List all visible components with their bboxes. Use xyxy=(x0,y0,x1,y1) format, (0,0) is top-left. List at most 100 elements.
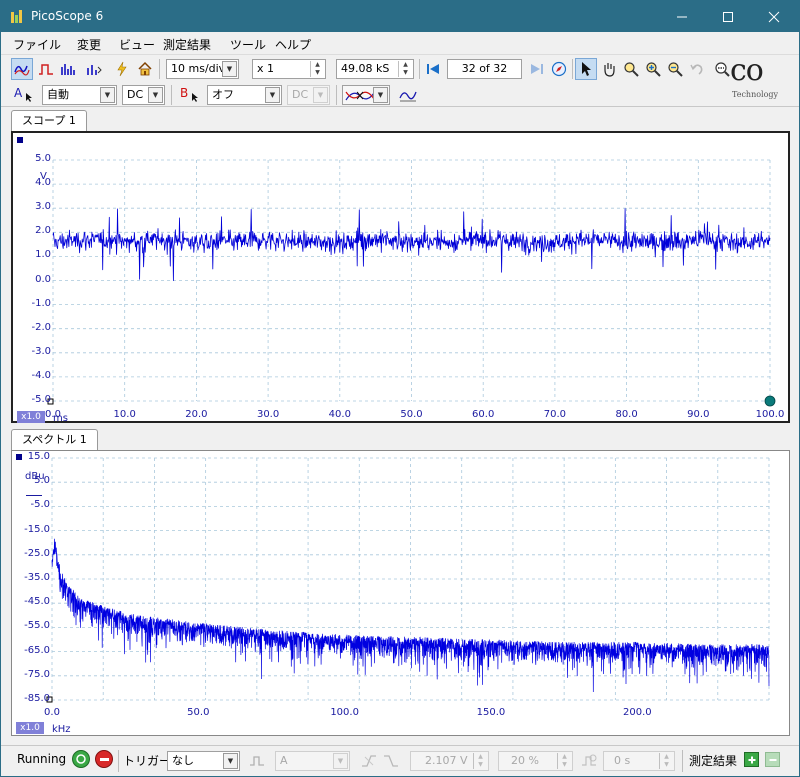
x-tick-label: 30.0 xyxy=(256,409,280,420)
channel-b-range-value: オフ xyxy=(212,88,234,101)
pre-trigger-field[interactable]: 20 % ▲ ▼ xyxy=(498,751,573,771)
y-tick-label: -5.0 xyxy=(31,394,51,405)
add-measurement-button[interactable] xyxy=(744,752,759,767)
spectrum-gridlines xyxy=(51,457,770,701)
buffer-position-field[interactable]: 32 of 32 xyxy=(447,59,522,79)
scope-x-unit: ms xyxy=(53,413,68,424)
post-trigger-button[interactable] xyxy=(578,750,600,772)
remove-measurement-button[interactable] xyxy=(765,752,780,767)
spectrum-plot-frame: 15.0 5.0 -5.0 -15.0 -25.0 -35.0 -45.0 -55.0 -65.… xyxy=(11,450,790,736)
minimize-button[interactable] xyxy=(659,1,705,32)
channel-options-icon xyxy=(87,65,102,75)
chevron-down-icon: ▼ xyxy=(222,61,237,77)
main-toolbar: 10 ms/div ▼ x 1 ▲ ▼ 49.08 kS ▲ ▼ 32 of 32 xyxy=(1,55,799,83)
channel-b-coupling-select[interactable]: DC ▼ xyxy=(287,85,330,105)
zoom-area-button[interactable] xyxy=(620,58,642,80)
stop-button[interactable] xyxy=(95,750,113,768)
rising-edge-button[interactable] xyxy=(358,750,380,772)
buffer-back-button[interactable] xyxy=(422,58,444,80)
y-tick-label: 0.0 xyxy=(35,273,51,285)
window-title: PicoScope 6 xyxy=(31,9,104,23)
trigger-delay-field[interactable]: 0 s ▲ ▼ xyxy=(603,751,675,771)
trigger-marker-icon[interactable] xyxy=(764,395,776,407)
y-tick-label: -25.0 xyxy=(24,547,50,559)
scope-mode-button[interactable] xyxy=(11,58,33,80)
x-tick-label: 40.0 xyxy=(328,409,351,420)
maximize-icon xyxy=(723,11,733,22)
scope-plot[interactable] xyxy=(13,133,788,421)
channel-b-options-icon[interactable] xyxy=(190,92,200,102)
x-tick-label: 60.0 xyxy=(472,409,495,420)
logo-text: co xyxy=(730,53,764,88)
channel-b-range-select[interactable]: オフ ▼ xyxy=(207,85,282,105)
y-tick-label: -1.0 xyxy=(31,297,51,309)
trigger-mode-value: なし xyxy=(172,754,194,767)
channel-a-range-select[interactable]: 自動 ▼ xyxy=(42,85,117,105)
buffer-forward-button[interactable] xyxy=(526,58,548,80)
pan-tool-button[interactable] xyxy=(598,58,620,80)
scope-plot-frame: 5.0 4.0 3.0 2.0 1.0 0.0 -1.0 -2.0 -3.0 -4.0 -5.0 0… xyxy=(11,131,790,424)
zoom-in-button[interactable] xyxy=(642,58,664,80)
falling-edge-button[interactable] xyxy=(380,750,402,772)
scope-axis-scale-badge[interactable]: x1.0 xyxy=(17,411,45,423)
menu-tools[interactable]: ツール xyxy=(230,36,266,53)
y-tick-label: 2.0 xyxy=(35,225,51,237)
channel-b-label: B xyxy=(180,86,189,100)
persistence-mode-icon xyxy=(39,64,53,75)
trigger-source-select[interactable]: A ▼ xyxy=(275,751,350,771)
spectrum-unit-divider xyxy=(26,495,42,496)
reference-waveforms-button[interactable] xyxy=(397,84,419,106)
menu-view[interactable]: ビュー xyxy=(119,36,155,53)
app-icon xyxy=(11,10,22,23)
rising-edge-icon xyxy=(362,755,376,767)
trigger-threshold-field[interactable]: 2.107 V ▲ ▼ xyxy=(410,751,489,771)
advanced-trigger-button[interactable] xyxy=(246,750,268,772)
falling-edge-icon xyxy=(384,755,398,767)
channel-a-options-icon[interactable] xyxy=(24,92,34,102)
menu-edit[interactable]: 変更 xyxy=(77,36,101,53)
x-tick-label: 70.0 xyxy=(543,409,567,420)
spinner-icon: ▲ ▼ xyxy=(473,753,487,769)
trigger-source-value: A xyxy=(280,754,288,767)
tab-spectrum[interactable]: スペクトル 1 xyxy=(11,429,98,451)
timebase-select[interactable]: 10 ms/div ▼ xyxy=(166,59,239,79)
channel-a-range-value: 自動 xyxy=(47,88,69,101)
samples-field[interactable]: 49.08 kS ▲ ▼ xyxy=(336,59,414,79)
hand-icon xyxy=(604,63,615,77)
zoom-out-button[interactable] xyxy=(664,58,686,80)
trigger-mode-select[interactable]: なし ▼ xyxy=(167,751,240,771)
x-tick-label: 50.0 xyxy=(187,707,210,718)
compass-icon xyxy=(551,61,567,77)
x-tick-label: 150.0 xyxy=(476,707,506,718)
zoom-field[interactable]: x 1 ▲ ▼ xyxy=(252,59,326,79)
y-tick-label: -45.0 xyxy=(24,596,50,608)
math-channels-button[interactable]: ▼ xyxy=(342,85,390,105)
menu-help[interactable]: ヘルプ xyxy=(275,36,311,53)
home-button[interactable] xyxy=(134,58,156,80)
undo-icon xyxy=(690,64,703,75)
x-tick-label: 20.0 xyxy=(185,409,208,420)
channel-a-marker-icon xyxy=(17,137,23,143)
y-tick-label: -65.0 xyxy=(24,644,50,656)
tab-scope[interactable]: スコープ 1 xyxy=(11,110,87,132)
chevron-down-icon: ▼ xyxy=(100,87,115,103)
start-button[interactable] xyxy=(72,750,90,768)
channel-a-coupling-select[interactable]: DC ▼ xyxy=(122,85,165,105)
menu-file[interactable]: ファイル xyxy=(13,36,61,53)
x-tick-label: 100.0 xyxy=(330,707,359,718)
x-tick-label: 50.0 xyxy=(400,409,423,420)
signal-generator-button[interactable] xyxy=(111,58,133,80)
spectrum-axis-scale-badge[interactable]: x1.0 xyxy=(16,722,44,734)
chevron-down-icon: ▼ xyxy=(148,87,163,103)
spectrum-mode-button[interactable] xyxy=(57,58,79,80)
close-button[interactable] xyxy=(751,1,797,32)
persistence-mode-button[interactable] xyxy=(35,58,57,80)
pointer-tool-button[interactable] xyxy=(575,58,597,80)
zoom-out-icon xyxy=(668,62,683,77)
maximize-button[interactable] xyxy=(705,1,751,32)
channel-options-button[interactable] xyxy=(83,58,105,80)
menu-measurements[interactable]: 測定結果 xyxy=(163,36,211,53)
channel-b-coupling-value: DC xyxy=(292,88,309,101)
buffer-navigator-button[interactable] xyxy=(548,58,570,80)
spectrum-plot[interactable] xyxy=(12,451,789,735)
